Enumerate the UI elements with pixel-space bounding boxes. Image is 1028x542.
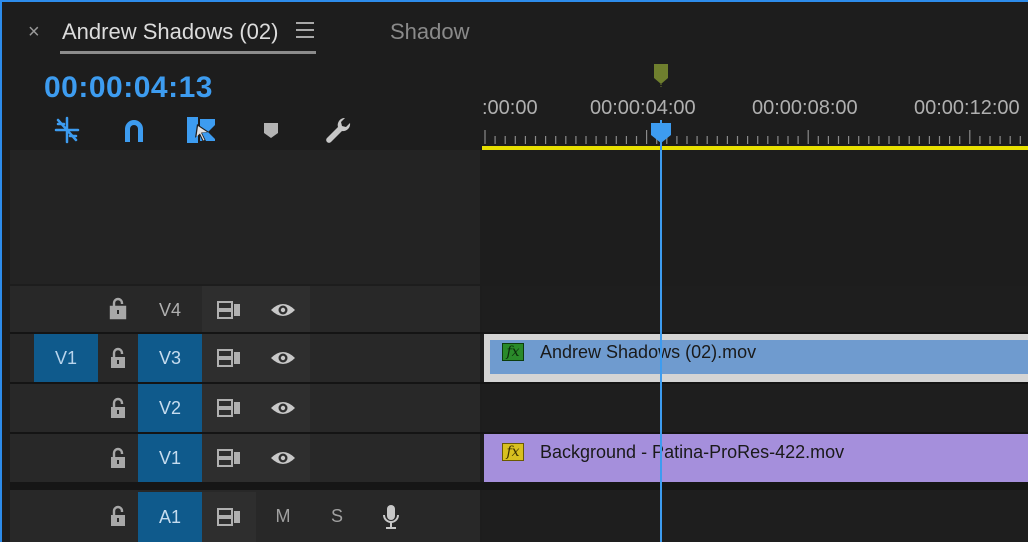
linked-selection-icon[interactable]	[184, 114, 218, 146]
source-patch-v1[interactable]: V1	[34, 334, 98, 382]
eye-icon[interactable]	[256, 334, 310, 382]
sequence-tab-title[interactable]: Andrew Shadows (02)	[62, 18, 278, 46]
track-target-v1[interactable]: V1	[138, 434, 202, 482]
wrench-settings-icon[interactable]	[321, 114, 355, 146]
ruler-label: 00:00:04:00	[590, 97, 696, 119]
track-lane-v2[interactable]	[482, 384, 1028, 432]
eye-icon[interactable]	[256, 286, 310, 334]
close-tab-icon[interactable]: ×	[28, 20, 40, 44]
sync-lock-icon[interactable]	[202, 334, 256, 382]
track-header-empty-area	[10, 150, 480, 284]
clip-background-patina[interactable]: fx Background - Patina-ProRes-422.mov	[484, 434, 1028, 482]
playhead-line[interactable]	[660, 120, 662, 542]
tab-shadow[interactable]: Shadow	[390, 18, 470, 46]
insert-overwrite-icon[interactable]	[50, 114, 84, 146]
sync-lock-icon[interactable]	[202, 286, 256, 334]
track-target-a1[interactable]: A1	[138, 492, 202, 542]
ruler-label: 00:00:08:00	[752, 97, 858, 119]
fx-badge-icon[interactable]: fx	[502, 343, 524, 361]
mute-button[interactable]: M	[268, 506, 298, 527]
sync-lock-icon[interactable]	[202, 492, 256, 542]
track-target-v4[interactable]: V4	[138, 286, 202, 334]
track-lane-a1[interactable]	[482, 490, 1028, 542]
ruler-label: 00:00:12:00	[914, 97, 1020, 119]
eye-icon[interactable]	[256, 384, 310, 432]
playhead-handle-icon[interactable]	[650, 122, 672, 144]
track-target-v2[interactable]: V2	[138, 384, 202, 432]
track-target-v3[interactable]: V3	[138, 334, 202, 382]
snap-magnet-icon[interactable]	[117, 114, 151, 146]
panel-menu-icon[interactable]	[296, 22, 314, 40]
marker-icon[interactable]	[654, 64, 668, 88]
lock-icon[interactable]	[108, 346, 128, 370]
fx-badge-icon[interactable]: fx	[502, 443, 524, 461]
lock-icon[interactable]	[108, 296, 128, 320]
sync-lock-icon[interactable]	[202, 384, 256, 432]
lock-icon[interactable]	[108, 396, 128, 420]
ruler-ticks	[484, 130, 1021, 144]
microphone-icon[interactable]	[364, 492, 418, 542]
timeline-empty-area	[482, 150, 1028, 284]
track-lane-v4[interactable]	[482, 286, 1028, 334]
lock-icon[interactable]	[108, 504, 128, 528]
ruler-label: :00:00	[482, 97, 538, 119]
clip-label: Background - Patina-ProRes-422.mov	[540, 442, 845, 462]
lock-icon[interactable]	[108, 446, 128, 470]
clip-andrew-shadows[interactable]: fx Andrew Shadows (02).mov	[484, 334, 1028, 382]
clip-label: Andrew Shadows (02).mov	[540, 342, 757, 362]
active-tab-underline	[60, 51, 316, 54]
video-audio-divider[interactable]	[10, 482, 1028, 490]
sync-lock-icon[interactable]	[202, 434, 256, 482]
solo-button[interactable]: S	[322, 506, 352, 527]
eye-icon[interactable]	[256, 434, 310, 482]
playhead-timecode[interactable]: 00:00:04:13	[44, 70, 213, 106]
add-marker-icon[interactable]	[254, 114, 288, 146]
